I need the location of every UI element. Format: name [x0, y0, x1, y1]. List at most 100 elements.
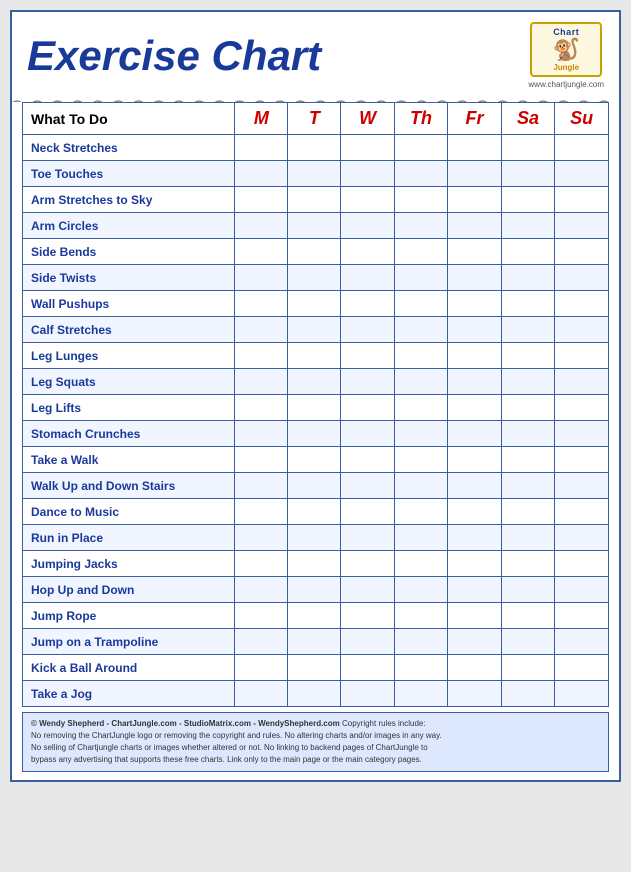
exercise-day-cell[interactable]	[341, 447, 394, 473]
exercise-day-cell[interactable]	[555, 551, 609, 577]
exercise-day-cell[interactable]	[288, 629, 341, 655]
exercise-day-cell[interactable]	[555, 681, 609, 707]
exercise-day-cell[interactable]	[501, 577, 555, 603]
exercise-day-cell[interactable]	[288, 187, 341, 213]
exercise-day-cell[interactable]	[501, 291, 555, 317]
exercise-day-cell[interactable]	[288, 681, 341, 707]
exercise-day-cell[interactable]	[448, 421, 501, 447]
exercise-day-cell[interactable]	[555, 291, 609, 317]
exercise-day-cell[interactable]	[555, 343, 609, 369]
exercise-day-cell[interactable]	[501, 473, 555, 499]
exercise-day-cell[interactable]	[555, 161, 609, 187]
exercise-day-cell[interactable]	[448, 213, 501, 239]
exercise-day-cell[interactable]	[235, 473, 288, 499]
exercise-day-cell[interactable]	[448, 265, 501, 291]
exercise-day-cell[interactable]	[448, 447, 501, 473]
exercise-day-cell[interactable]	[341, 395, 394, 421]
exercise-day-cell[interactable]	[394, 421, 448, 447]
exercise-day-cell[interactable]	[448, 473, 501, 499]
exercise-day-cell[interactable]	[448, 681, 501, 707]
exercise-day-cell[interactable]	[235, 655, 288, 681]
exercise-day-cell[interactable]	[341, 551, 394, 577]
exercise-day-cell[interactable]	[235, 603, 288, 629]
exercise-day-cell[interactable]	[288, 577, 341, 603]
exercise-day-cell[interactable]	[235, 525, 288, 551]
exercise-day-cell[interactable]	[501, 187, 555, 213]
exercise-day-cell[interactable]	[341, 265, 394, 291]
exercise-day-cell[interactable]	[288, 161, 341, 187]
exercise-day-cell[interactable]	[235, 629, 288, 655]
exercise-day-cell[interactable]	[235, 317, 288, 343]
exercise-day-cell[interactable]	[288, 343, 341, 369]
exercise-day-cell[interactable]	[394, 213, 448, 239]
exercise-day-cell[interactable]	[235, 187, 288, 213]
exercise-day-cell[interactable]	[394, 681, 448, 707]
exercise-day-cell[interactable]	[235, 343, 288, 369]
exercise-day-cell[interactable]	[555, 447, 609, 473]
exercise-day-cell[interactable]	[394, 525, 448, 551]
exercise-day-cell[interactable]	[235, 265, 288, 291]
exercise-day-cell[interactable]	[448, 161, 501, 187]
exercise-day-cell[interactable]	[501, 239, 555, 265]
exercise-day-cell[interactable]	[501, 343, 555, 369]
exercise-day-cell[interactable]	[394, 629, 448, 655]
exercise-day-cell[interactable]	[555, 525, 609, 551]
exercise-day-cell[interactable]	[341, 525, 394, 551]
exercise-day-cell[interactable]	[341, 655, 394, 681]
exercise-day-cell[interactable]	[235, 395, 288, 421]
exercise-day-cell[interactable]	[235, 239, 288, 265]
exercise-day-cell[interactable]	[448, 499, 501, 525]
exercise-day-cell[interactable]	[501, 317, 555, 343]
exercise-day-cell[interactable]	[341, 187, 394, 213]
exercise-day-cell[interactable]	[555, 213, 609, 239]
exercise-day-cell[interactable]	[501, 135, 555, 161]
exercise-day-cell[interactable]	[501, 369, 555, 395]
exercise-day-cell[interactable]	[341, 473, 394, 499]
exercise-day-cell[interactable]	[235, 135, 288, 161]
exercise-day-cell[interactable]	[341, 135, 394, 161]
exercise-day-cell[interactable]	[394, 135, 448, 161]
exercise-day-cell[interactable]	[235, 499, 288, 525]
exercise-day-cell[interactable]	[288, 291, 341, 317]
exercise-day-cell[interactable]	[288, 551, 341, 577]
exercise-day-cell[interactable]	[555, 187, 609, 213]
exercise-day-cell[interactable]	[235, 551, 288, 577]
exercise-day-cell[interactable]	[555, 369, 609, 395]
exercise-day-cell[interactable]	[555, 499, 609, 525]
exercise-day-cell[interactable]	[394, 551, 448, 577]
exercise-day-cell[interactable]	[555, 395, 609, 421]
exercise-day-cell[interactable]	[448, 291, 501, 317]
exercise-day-cell[interactable]	[341, 681, 394, 707]
exercise-day-cell[interactable]	[341, 369, 394, 395]
exercise-day-cell[interactable]	[288, 213, 341, 239]
exercise-day-cell[interactable]	[555, 239, 609, 265]
exercise-day-cell[interactable]	[288, 317, 341, 343]
exercise-day-cell[interactable]	[288, 603, 341, 629]
exercise-day-cell[interactable]	[501, 421, 555, 447]
exercise-day-cell[interactable]	[501, 603, 555, 629]
exercise-day-cell[interactable]	[501, 161, 555, 187]
exercise-day-cell[interactable]	[555, 577, 609, 603]
exercise-day-cell[interactable]	[394, 395, 448, 421]
exercise-day-cell[interactable]	[501, 499, 555, 525]
exercise-day-cell[interactable]	[555, 655, 609, 681]
exercise-day-cell[interactable]	[394, 265, 448, 291]
exercise-day-cell[interactable]	[288, 525, 341, 551]
exercise-day-cell[interactable]	[394, 655, 448, 681]
exercise-day-cell[interactable]	[394, 317, 448, 343]
exercise-day-cell[interactable]	[448, 239, 501, 265]
exercise-day-cell[interactable]	[235, 421, 288, 447]
exercise-day-cell[interactable]	[394, 499, 448, 525]
exercise-day-cell[interactable]	[501, 447, 555, 473]
exercise-day-cell[interactable]	[394, 473, 448, 499]
exercise-day-cell[interactable]	[555, 473, 609, 499]
exercise-day-cell[interactable]	[448, 577, 501, 603]
exercise-day-cell[interactable]	[448, 603, 501, 629]
exercise-day-cell[interactable]	[394, 577, 448, 603]
exercise-day-cell[interactable]	[288, 395, 341, 421]
exercise-day-cell[interactable]	[394, 187, 448, 213]
exercise-day-cell[interactable]	[341, 421, 394, 447]
exercise-day-cell[interactable]	[341, 499, 394, 525]
exercise-day-cell[interactable]	[448, 187, 501, 213]
exercise-day-cell[interactable]	[341, 291, 394, 317]
